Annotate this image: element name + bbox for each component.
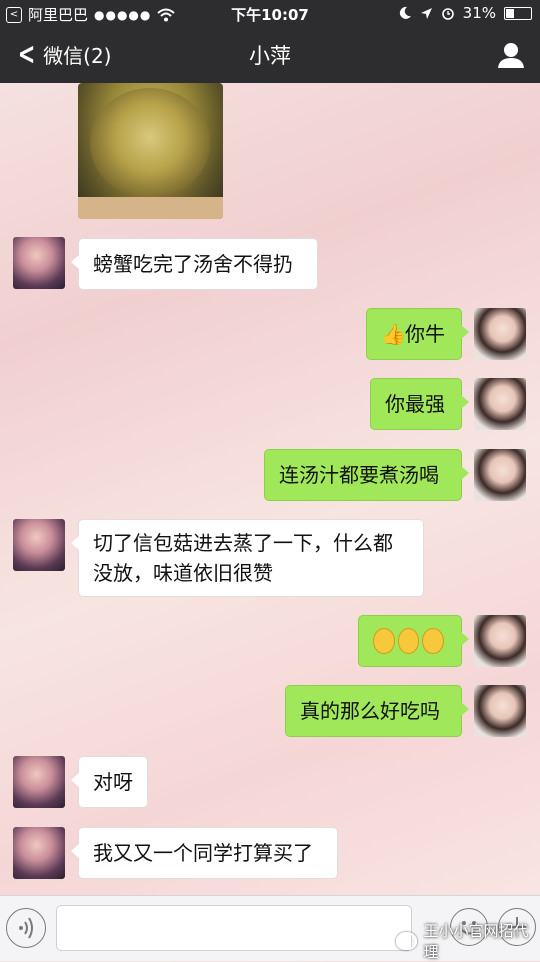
message-bubble[interactable] (358, 615, 469, 667)
avatar[interactable] (474, 615, 526, 667)
message-bubble[interactable]: 螃蟹吃完了汤舍不得扔 (71, 238, 318, 290)
message-bubble[interactable]: 真的那么好吃吗 (285, 685, 469, 737)
message-bubble[interactable]: 你最强 (370, 378, 469, 430)
image-message[interactable] (78, 83, 223, 219)
chat-area[interactable]: 螃蟹吃完了汤舍不得扔 👍 你牛 你最强 连汤汁都要煮汤喝 切了信包菇进去蒸了一下… (0, 83, 540, 895)
message-text: 螃蟹吃完了汤舍不得扔 (93, 252, 293, 276)
avatar[interactable] (474, 685, 526, 737)
status-right: 31% (398, 4, 532, 22)
message-input[interactable] (56, 905, 412, 951)
moon-icon (399, 6, 411, 19)
watermark: 王小小官网招代理 (396, 920, 540, 962)
message-text: 对呀 (93, 770, 133, 794)
alarm-icon (441, 8, 454, 20)
avatar[interactable] (474, 308, 526, 360)
avatar[interactable] (13, 519, 65, 571)
user-icon[interactable] (496, 41, 526, 69)
message-text: 你最强 (385, 392, 445, 416)
avatar[interactable] (474, 378, 526, 430)
laugh-cry-emoji-icon (397, 628, 420, 654)
battery-icon (504, 6, 532, 20)
crab-soup-image (90, 88, 210, 198)
avatar[interactable] (13, 756, 65, 808)
message-bubble[interactable]: 👍 你牛 (366, 308, 469, 360)
chat-title: 小萍 (249, 44, 291, 68)
message-bubble[interactable]: 我又又一个同学打算买了 (71, 827, 338, 879)
status-bar: < 阿里巴巴 ●●●●● 下午10:07 31% (0, 0, 540, 26)
avatar[interactable] (474, 449, 526, 501)
watermark-text: 王小小官网招代理 (423, 922, 529, 961)
thumbs-up-icon: 👍 (381, 322, 406, 346)
image-bottom (78, 197, 223, 219)
laugh-cry-emoji-icon (373, 628, 395, 654)
avatar[interactable] (13, 827, 65, 879)
location-arrow-icon (420, 7, 432, 19)
message-bubble[interactable]: 连汤汁都要煮汤喝 (264, 449, 469, 501)
laugh-cry-emoji-icon (422, 628, 445, 654)
nav-bar: < 微信(2) 小萍 (0, 26, 540, 83)
wechat-logo-icon (396, 932, 418, 950)
battery-percent: 31% (462, 4, 496, 22)
voice-button[interactable] (6, 908, 46, 948)
message-bubble[interactable]: 对呀 (71, 756, 148, 808)
message-text: 我又又一个同学打算买了 (93, 841, 313, 865)
message-text: 切了信包菇进去蒸了一下，什么都没放，味道依旧很赞 (93, 531, 393, 585)
message-text: 你牛 (405, 322, 445, 346)
voice-icon (19, 917, 33, 939)
message-text: 连汤汁都要煮汤喝 (279, 463, 439, 487)
message-text: 真的那么好吃吗 (300, 699, 440, 723)
message-bubble[interactable]: 切了信包菇进去蒸了一下，什么都没放，味道依旧很赞 (71, 519, 424, 597)
avatar[interactable] (13, 237, 65, 289)
